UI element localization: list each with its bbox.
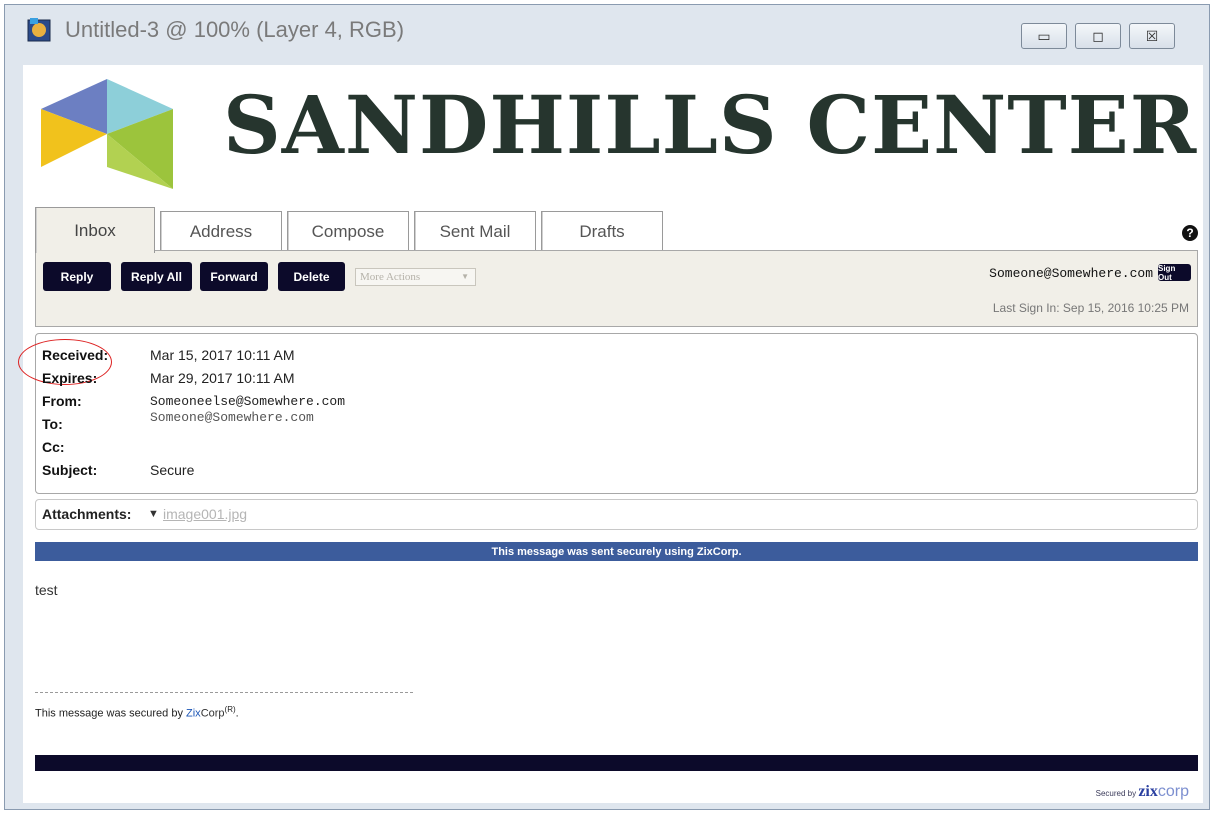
received-value: Mar 15, 2017 10:11 AM — [150, 347, 295, 363]
more-actions-label: More Actions — [360, 271, 421, 283]
forward-button[interactable]: Forward — [200, 262, 268, 291]
from-label: From: — [42, 393, 82, 409]
zix-brand: Zix — [186, 707, 201, 720]
email-client-page: SANDHILLS CENTER Inbox Address Compose S… — [18, 65, 1203, 803]
secured-by-text: Secured by — [1095, 789, 1137, 798]
signature-divider — [35, 692, 413, 693]
registered-mark: (R) — [224, 705, 236, 714]
attachments-label: Attachments: — [42, 506, 132, 522]
app-window: Untitled-3 @ 100% (Layer 4, RGB) ▭ ◻ ☒ S… — [4, 4, 1210, 810]
tab-compose[interactable]: Compose — [287, 211, 409, 251]
more-actions-select[interactable]: More Actions ▼ — [355, 268, 476, 286]
expires-label: Expires: — [42, 370, 98, 386]
signature-line: This message was secured by ZixCorp(R). — [35, 705, 239, 720]
signature-prefix: This message was secured by — [35, 707, 187, 720]
photoshop-app-icon — [27, 18, 51, 42]
cc-label: Cc: — [42, 439, 65, 455]
subject-value: Secure — [150, 462, 195, 478]
zix-corp: Corp — [200, 707, 225, 720]
message-headers: Received: Mar 15, 2017 10:11 AM Expires:… — [18, 333, 1198, 494]
tab-inbox[interactable]: Inbox — [35, 207, 155, 253]
attachments-bar: Attachments: ▼ image001.jpg — [35, 499, 1198, 530]
expires-value: Mar 29, 2017 10:11 AM — [150, 370, 295, 386]
zix-logo-text: zix — [1138, 783, 1158, 800]
message-toolbar: Reply Reply All Forward Delete More Acti… — [35, 250, 1198, 327]
user-email: Someone@Somewhere.com — [989, 266, 1153, 281]
corp-logo-text: corp — [1157, 783, 1189, 800]
window-title: Untitled-3 @ 100% (Layer 4, RGB) — [65, 17, 405, 42]
minimize-icon: ▭ — [1037, 27, 1051, 44]
maximize-icon: ◻ — [1092, 27, 1104, 44]
banner-title: SANDHILLS CENTER — [223, 78, 1198, 172]
secured-by-zixcorp-logo: Secured by zixcorp — [1096, 783, 1189, 801]
subject-label: Subject: — [42, 462, 98, 478]
title-bar: Untitled-3 @ 100% (Layer 4, RGB) ▭ ◻ ☒ — [5, 5, 1209, 49]
to-value: Someone@Somewhere.com — [150, 410, 314, 425]
message-body: test — [35, 582, 58, 598]
from-value: Someoneelse@Somewhere.com — [150, 394, 346, 409]
tab-sent-mail[interactable]: Sent Mail — [414, 211, 536, 251]
expand-arrow-icon[interactable]: ▼ — [148, 508, 159, 520]
signature-suffix: . — [235, 707, 239, 720]
received-label: Received: — [42, 347, 109, 363]
to-label: To: — [42, 416, 63, 432]
sandhills-logo — [41, 79, 173, 189]
sign-out-button[interactable]: Sign Out — [1158, 264, 1191, 282]
delete-button[interactable]: Delete — [278, 262, 345, 291]
reply-button[interactable]: Reply — [43, 262, 111, 291]
secure-notice-banner: This message was sent securely using Zix… — [35, 542, 1198, 561]
dropdown-arrow-icon: ▼ — [461, 272, 469, 281]
minimize-button[interactable]: ▭ — [1021, 23, 1067, 49]
help-icon[interactable]: ? — [1182, 225, 1198, 241]
zix-brand-text[interactable]: ZixCorp — [186, 708, 225, 720]
tab-drafts[interactable]: Drafts — [541, 211, 663, 251]
close-button[interactable]: ☒ — [1129, 23, 1175, 49]
maximize-button[interactable]: ◻ — [1075, 23, 1121, 49]
tab-address[interactable]: Address — [160, 211, 282, 251]
footer-bar — [35, 755, 1198, 771]
reply-all-button[interactable]: Reply All — [121, 262, 192, 291]
attachment-link[interactable]: image001.jpg — [163, 506, 247, 522]
last-sign-in: Last Sign In: Sep 15, 2016 10:25 PM — [992, 301, 1189, 315]
close-icon: ☒ — [1145, 27, 1159, 44]
